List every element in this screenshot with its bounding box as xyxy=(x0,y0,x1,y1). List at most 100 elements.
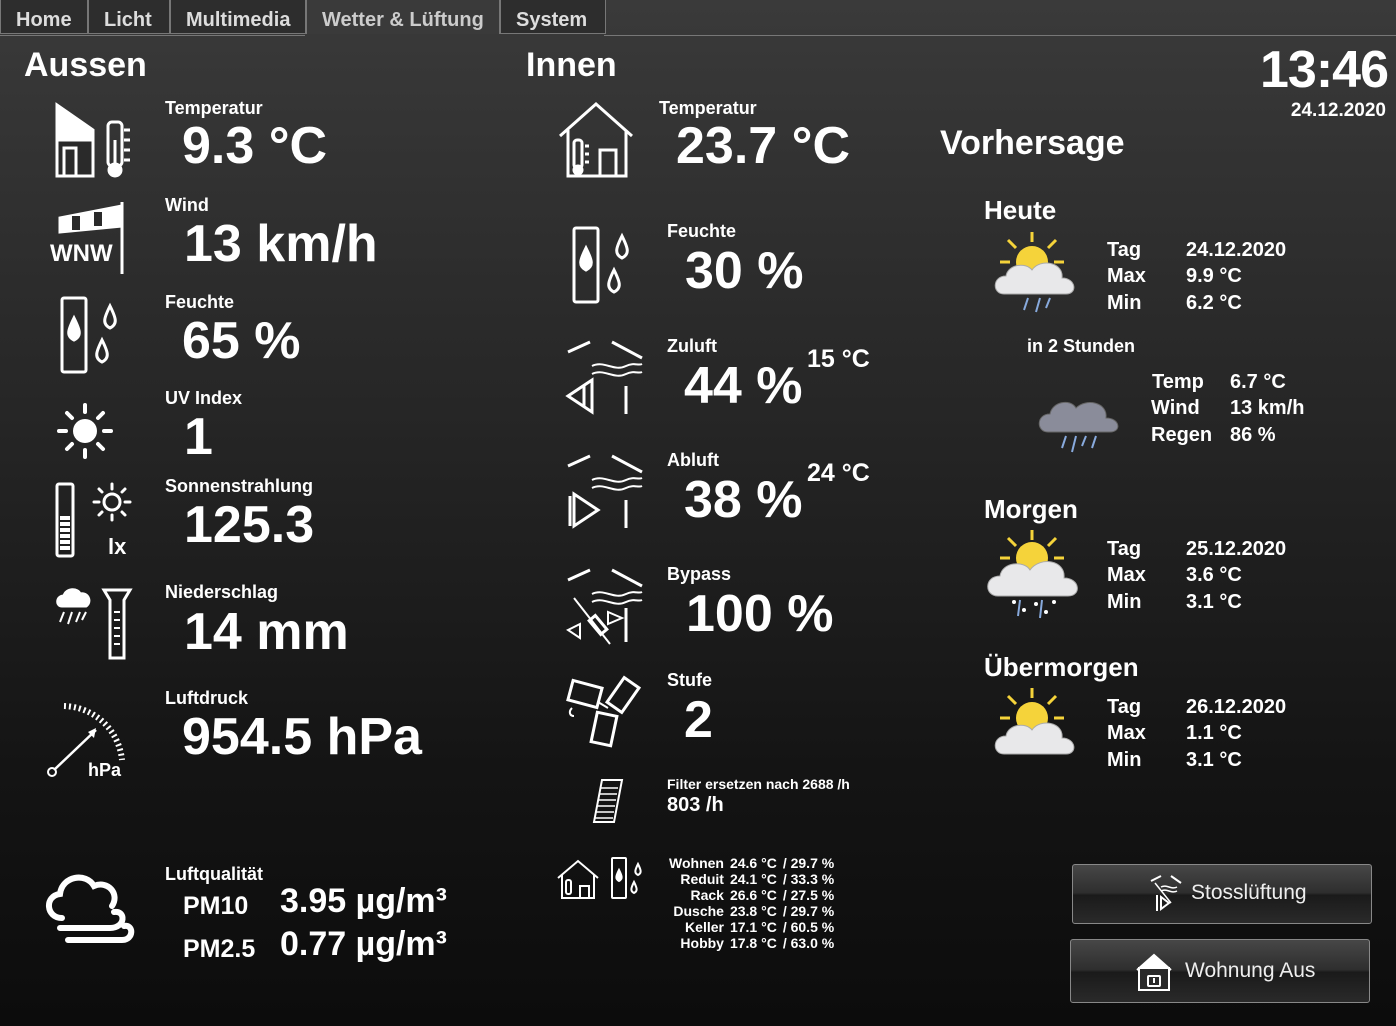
filter-label: Filter ersetzen nach 2688 /h xyxy=(667,776,850,792)
forecast-2h-title: in 2 Stunden xyxy=(1027,336,1135,356)
solar-value: 125.3 xyxy=(184,496,315,554)
room-row: Dusche 23.8 °C / 29.7 % xyxy=(666,903,837,919)
today-min-label: Min xyxy=(1107,292,1142,314)
room-row: Rack 26.6 °C / 27.5 % xyxy=(666,887,837,903)
indoor-humidity-value: 30 % xyxy=(685,242,804,300)
wind-value: 13 km/h xyxy=(184,215,378,273)
day-after-max: 1.1 °C xyxy=(1186,722,1242,744)
tomorrow-day-label: Tag xyxy=(1107,538,1142,560)
room-name: Wohnen xyxy=(669,855,724,871)
solar-label: Sonnenstrahlung xyxy=(165,476,313,496)
ventilation-icon xyxy=(1149,875,1183,919)
indoor-humidity-icon xyxy=(570,226,640,306)
indoor-temperature-icon xyxy=(558,100,636,180)
tab-wetter-lueftung[interactable]: Wetter & Lüftung xyxy=(306,0,500,34)
tomorrow-max-label: Max xyxy=(1107,564,1146,586)
house-thermometer-icon xyxy=(556,858,600,902)
supply-air-icon xyxy=(564,340,644,420)
sun-cloud-icon xyxy=(988,686,1084,762)
today-max-label: Max xyxy=(1107,265,1146,287)
section-title-aussen: Aussen xyxy=(24,46,147,84)
outdoor-humidity-label: Feuchte xyxy=(165,292,235,312)
room-temp: 24.6 °C xyxy=(729,855,777,871)
filter-value: 803 /h xyxy=(667,794,724,816)
day-after-min-label: Min xyxy=(1107,749,1142,771)
indoor-temperature-label: Temperatur xyxy=(659,98,757,118)
wind-direction: WNW xyxy=(50,240,113,267)
forecast-title: Vorhersage xyxy=(940,124,1125,162)
tab-multimedia[interactable]: Multimedia xyxy=(170,0,306,34)
room-row: Reduit 24.1 °C / 33.3 % xyxy=(666,871,837,887)
tab-home[interactable]: Home xyxy=(0,0,88,34)
room-temp: 23.8 °C xyxy=(729,903,777,919)
rain-cloud-icon xyxy=(1036,396,1122,458)
supply-air-label: Zuluft xyxy=(667,336,717,356)
2h-rain: 86 % xyxy=(1230,424,1276,446)
2h-rain-label: Regen xyxy=(1151,424,1213,446)
room-name: Hobby xyxy=(680,935,724,951)
room-temp: 17.8 °C xyxy=(729,935,777,951)
room-humidity: / 60.5 % xyxy=(782,919,835,935)
room-temp: 17.1 °C xyxy=(729,919,777,935)
forecast-today-title: Heute xyxy=(984,195,1057,225)
2h-temp-label: Temp xyxy=(1152,371,1204,393)
fan-level-icon xyxy=(564,672,644,752)
precipitation-value: 14 mm xyxy=(184,603,349,661)
outdoor-temperature-value: 9.3 °C xyxy=(182,117,328,175)
sun-icon xyxy=(56,402,114,460)
wind-cloud-icon xyxy=(40,866,136,954)
uv-value: 1 xyxy=(184,408,213,466)
tab-bar: Home Licht Multimedia Wetter & Lüftung S… xyxy=(0,0,606,36)
clock-time: 13:46 xyxy=(1260,41,1389,99)
pressure-unit-small: hPa xyxy=(88,760,122,780)
day-after-max-label: Max xyxy=(1107,722,1146,744)
forecast-day-after-title: Übermorgen xyxy=(984,652,1139,682)
exhaust-air-icon xyxy=(564,454,644,534)
pm25-label: PM2.5 xyxy=(183,935,256,963)
humidity-icon xyxy=(58,296,128,376)
outdoor-humidity-value: 65 % xyxy=(182,312,301,370)
uv-label: UV Index xyxy=(165,388,243,408)
room-name: Rack xyxy=(690,887,724,903)
bypass-value: 100 % xyxy=(686,585,834,643)
fan-level-label: Stufe xyxy=(667,670,712,690)
2h-wind-label: Wind xyxy=(1151,397,1200,419)
tab-divider xyxy=(604,35,1396,36)
sun-cloud-snow-icon xyxy=(984,528,1084,620)
precipitation-label: Niederschlag xyxy=(165,582,279,602)
tab-licht[interactable]: Licht xyxy=(88,0,170,34)
room-name: Dusche xyxy=(673,903,724,919)
outdoor-temperature-label: Temperatur xyxy=(165,98,263,118)
pressure-label: Luftdruck xyxy=(165,688,248,708)
2h-wind: 13 km/h xyxy=(1230,397,1305,419)
today-min: 6.2 °C xyxy=(1186,292,1242,314)
fan-level-value: 2 xyxy=(684,691,713,749)
indoor-temperature-value: 23.7 °C xyxy=(676,117,851,175)
bypass-icon xyxy=(564,568,644,648)
room-humidity: / 63.0 % xyxy=(782,935,835,951)
supply-air-temp: 15 °C xyxy=(807,345,870,373)
house-off-icon xyxy=(1135,952,1173,998)
bypass-label: Bypass xyxy=(667,564,732,584)
tomorrow-max: 3.6 °C xyxy=(1186,564,1242,586)
tomorrow-min-label: Min xyxy=(1107,591,1142,613)
room-table: Wohnen 24.6 °C / 29.7 % Reduit 24.1 °C / 33.3… xyxy=(666,855,837,951)
indoor-humidity-label: Feuchte xyxy=(667,221,737,241)
tomorrow-min: 3.1 °C xyxy=(1186,591,1242,613)
room-temp: 24.1 °C xyxy=(729,871,777,887)
solar-unit: lx xyxy=(108,534,127,559)
tab-system[interactable]: System xyxy=(500,0,606,34)
today-day-label: Tag xyxy=(1107,239,1142,261)
pm10-label: PM10 xyxy=(183,892,249,920)
pressure-value: 954.5 hPa xyxy=(182,708,422,766)
pm10-value: 3.95 µg/m³ xyxy=(280,882,447,920)
today-date: 24.12.2020 xyxy=(1186,239,1287,261)
stossluftung-label: Stosslüftung xyxy=(1191,881,1307,904)
day-after-day-label: Tag xyxy=(1107,696,1142,718)
wohnung-aus-button[interactable]: Wohnung Aus xyxy=(1070,939,1370,1003)
room-temp: 26.6 °C xyxy=(729,887,777,903)
outdoor-temperature-icon xyxy=(50,100,136,182)
stossluftung-button[interactable]: Stosslüftung xyxy=(1072,864,1372,924)
exhaust-air-label: Abluft xyxy=(667,450,719,470)
air-quality-label: Luftqualität xyxy=(165,864,263,884)
